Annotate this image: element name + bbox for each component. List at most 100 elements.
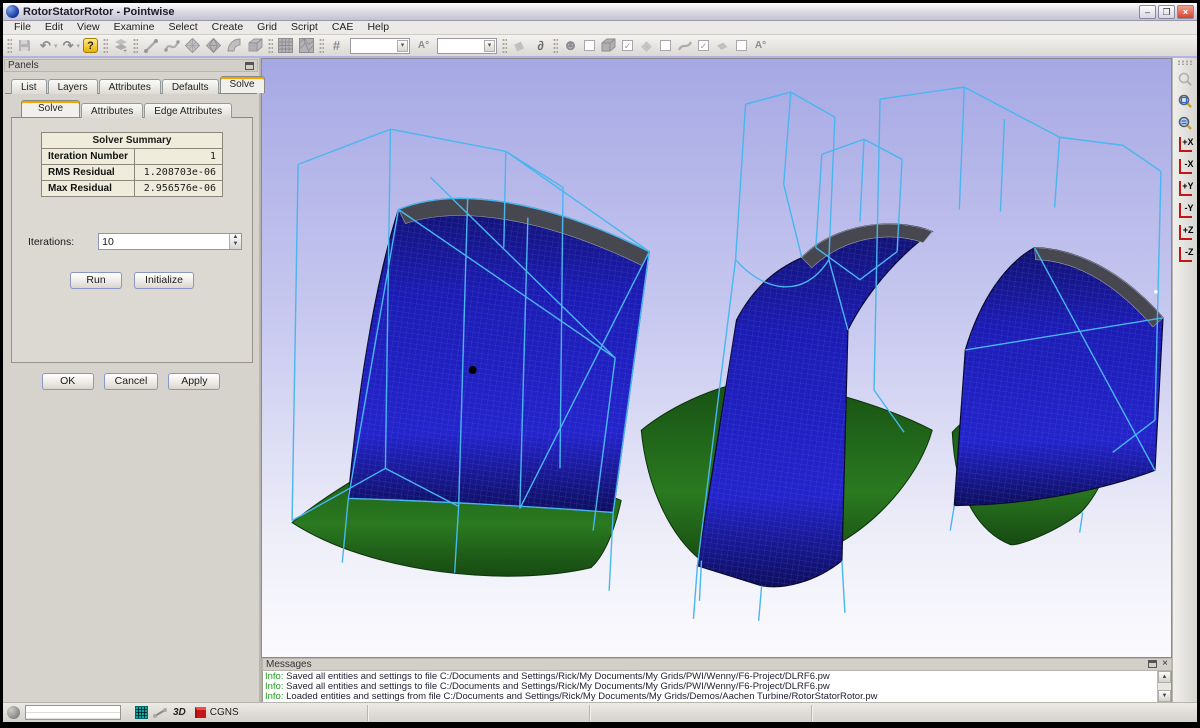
ok-button[interactable]: OK <box>42 373 94 390</box>
toolbar-grip[interactable] <box>502 38 507 54</box>
selected-point-marker[interactable] <box>469 366 477 374</box>
block-visibility-icon[interactable] <box>598 36 619 55</box>
connector-visibility-checkbox[interactable] <box>698 40 709 51</box>
initialize-diamond-icon[interactable]: ◆ <box>506 33 532 58</box>
tab-list[interactable]: List <box>11 79 47 94</box>
database-visibility-icon[interactable]: ◆ <box>711 38 735 54</box>
tab-layers[interactable]: Layers <box>48 79 98 94</box>
partial-derivative-icon[interactable]: ∂ <box>530 36 551 55</box>
scroll-up-icon[interactable]: ▲ <box>1158 671 1171 683</box>
scroll-down-icon[interactable]: ▼ <box>1158 690 1171 702</box>
messages-scrollbar[interactable]: ▲ ▼ <box>1157 671 1171 702</box>
spinner-arrows-icon[interactable]: ▲▼ <box>229 234 241 249</box>
row-value-rms: 1.208703e-06 <box>135 165 223 181</box>
assemble-icon[interactable]: + <box>110 36 131 55</box>
tab-attributes[interactable]: Attributes <box>99 79 161 94</box>
run-button[interactable]: Run <box>70 272 122 289</box>
cae-solver-icon[interactable] <box>195 707 206 718</box>
initialize-button[interactable]: Initialize <box>134 272 194 289</box>
status-input[interactable] <box>25 705 121 720</box>
connector-mode-icon[interactable] <box>152 707 168 719</box>
row-value-iteration: 1 <box>135 149 223 165</box>
toolbar-grip[interactable] <box>103 38 108 54</box>
subtab-edge-attributes[interactable]: Edge Attributes <box>144 103 232 118</box>
toolbar-grip[interactable] <box>7 38 12 54</box>
view-minus-x-button[interactable]: -X <box>1175 156 1196 177</box>
view-minus-y-button[interactable]: -Y <box>1175 200 1196 221</box>
create-block-icon[interactable] <box>245 36 266 55</box>
tab-defaults[interactable]: Defaults <box>162 79 219 94</box>
viewport-3d[interactable] <box>261 58 1172 658</box>
menu-script[interactable]: Script <box>284 21 325 34</box>
dock-float-icon[interactable] <box>1148 660 1157 668</box>
undo-icon[interactable]: ↶ <box>35 36 56 55</box>
restore-button[interactable]: ❐ <box>1158 5 1175 19</box>
messages-caption[interactable]: Messages × <box>262 658 1172 671</box>
iterations-label: Iterations: <box>28 236 74 248</box>
zoom-extents-icon[interactable] <box>1175 112 1196 133</box>
dimension-combobox[interactable]: ▾ <box>350 38 410 54</box>
chevron-down-icon[interactable]: ▾ <box>397 40 408 52</box>
tab-solve[interactable]: Solve <box>220 76 265 93</box>
toolbar-grip[interactable] <box>553 38 558 54</box>
menu-file[interactable]: File <box>7 21 38 34</box>
view-plus-x-button[interactable]: +X <box>1175 134 1196 155</box>
toolbar-grip[interactable] <box>1177 60 1193 65</box>
view-minus-z-button[interactable]: -Z <box>1175 244 1196 265</box>
cancel-button[interactable]: Cancel <box>104 373 159 390</box>
apply-button[interactable]: Apply <box>168 373 220 390</box>
mask-icon[interactable]: ☻ <box>560 36 581 55</box>
chevron-down-icon[interactable]: ▾ <box>484 40 495 52</box>
panels-caption[interactable]: Panels <box>4 59 258 72</box>
toolbar-grip[interactable] <box>319 38 324 54</box>
view-plus-z-button[interactable]: +Z <box>1175 222 1196 243</box>
menu-bar: File Edit View Examine Select Create Gri… <box>3 21 1197 35</box>
create-connector-icon[interactable] <box>140 36 161 55</box>
zoom-last-icon[interactable] <box>1175 68 1196 89</box>
menu-select[interactable]: Select <box>161 21 204 34</box>
create-domain-unstructured-icon[interactable] <box>203 36 224 55</box>
redo-icon[interactable]: ↷ <box>58 36 79 55</box>
menu-cae[interactable]: CAE <box>325 21 361 34</box>
create-domain-structured-icon[interactable] <box>182 36 203 55</box>
menu-examine[interactable]: Examine <box>107 21 162 34</box>
subtab-attributes[interactable]: Attributes <box>81 103 143 118</box>
save-icon[interactable] <box>14 36 35 55</box>
domain-visibility-checkbox[interactable] <box>660 40 671 51</box>
minimize-button[interactable]: – <box>1139 5 1156 19</box>
status-section-divider <box>367 705 369 721</box>
angle-combobox[interactable]: ▾ <box>437 38 497 54</box>
close-icon[interactable]: × <box>1162 659 1168 669</box>
menu-view[interactable]: View <box>70 21 107 34</box>
zoom-box-icon[interactable] <box>1175 90 1196 111</box>
grid-structured-icon[interactable] <box>275 36 296 55</box>
grid-unstructured-icon[interactable] <box>296 36 317 55</box>
title-bar[interactable]: RotorStatorRotor - Pointwise – ❐ × <box>3 3 1197 21</box>
block-visibility-checkbox[interactable] <box>622 40 633 51</box>
undo-caret-icon[interactable]: ▾ <box>54 42 58 50</box>
menu-help[interactable]: Help <box>360 21 396 34</box>
toolbar-grip[interactable] <box>133 38 138 54</box>
row-label-iteration: Iteration Number <box>41 149 134 165</box>
iterations-spinbox[interactable]: 10 ▲▼ <box>98 233 242 250</box>
dimension-mode-label[interactable]: 3D <box>173 707 186 718</box>
context-help-button[interactable]: ? <box>80 36 101 55</box>
create-extrude-icon[interactable] <box>224 36 245 55</box>
cae-solver-label[interactable]: CGNS <box>210 707 239 718</box>
create-curve-icon[interactable] <box>161 36 182 55</box>
app-icon <box>6 5 19 18</box>
subtab-solve[interactable]: Solve <box>21 100 80 117</box>
dock-float-icon[interactable] <box>245 62 254 70</box>
mask-visibility-checkbox[interactable] <box>584 40 595 51</box>
grid-mode-icon[interactable] <box>135 706 148 719</box>
menu-grid[interactable]: Grid <box>250 21 284 34</box>
row-label-rms: RMS Residual <box>41 165 134 181</box>
domain-visibility-icon[interactable]: ◈ <box>636 36 657 55</box>
view-plus-y-button[interactable]: +Y <box>1175 178 1196 199</box>
database-visibility-checkbox[interactable] <box>736 40 747 51</box>
toolbar-grip[interactable] <box>268 38 273 54</box>
menu-create[interactable]: Create <box>205 21 251 34</box>
menu-edit[interactable]: Edit <box>38 21 70 34</box>
connector-visibility-icon[interactable] <box>674 36 695 55</box>
close-button[interactable]: × <box>1177 5 1194 19</box>
